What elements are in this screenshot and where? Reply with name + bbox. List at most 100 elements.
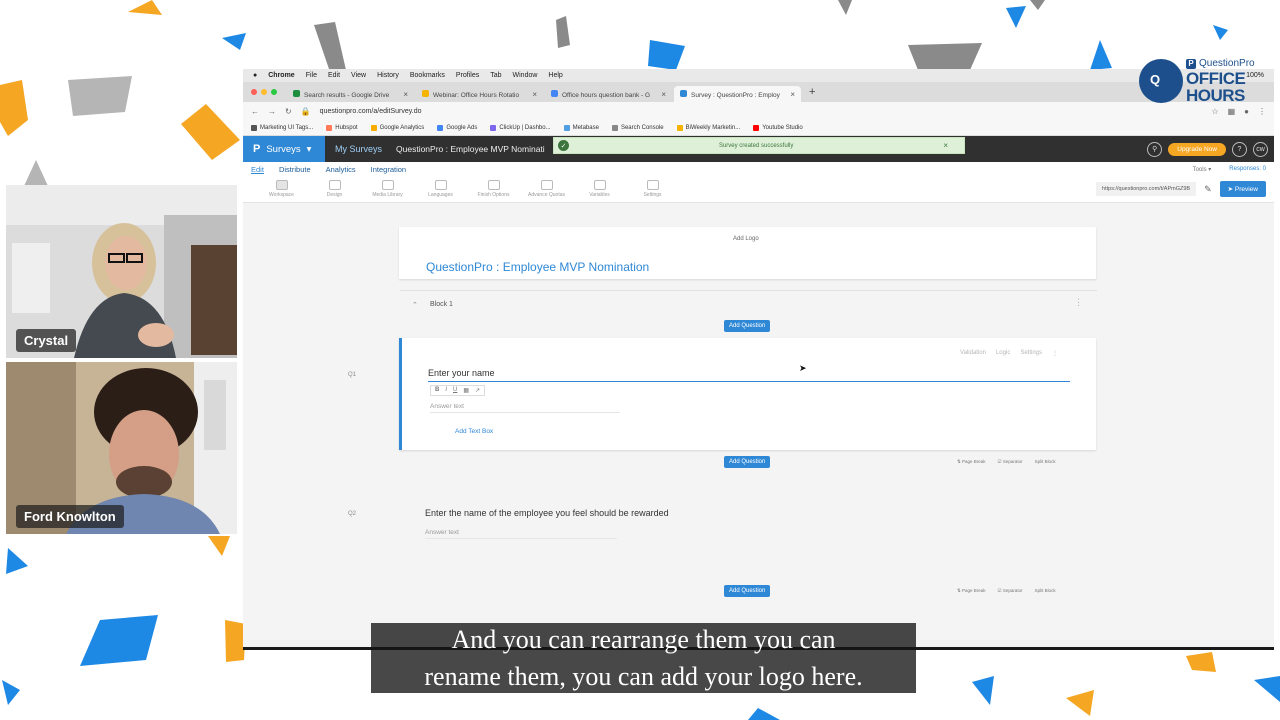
bookmark-icon bbox=[753, 124, 760, 131]
block-label[interactable]: Block 1 bbox=[430, 301, 453, 308]
upgrade-button[interactable]: Upgrade Now bbox=[1168, 142, 1226, 156]
tab-distribute[interactable]: Distribute bbox=[279, 165, 311, 174]
bookmark-item[interactable]: BiWeekly Marketin... bbox=[676, 124, 740, 131]
url-field[interactable]: questionpro.com/a/editSurvey.do bbox=[320, 108, 422, 115]
tab-integration[interactable]: Integration bbox=[371, 165, 406, 174]
toolbar-workspace[interactable]: Workspace bbox=[255, 180, 308, 198]
collapse-block-icon[interactable]: ⌃ bbox=[412, 301, 418, 309]
tools-dropdown[interactable]: Tools ▾ bbox=[1193, 166, 1212, 173]
add-question-button[interactable]: Add Question bbox=[724, 585, 771, 597]
responses-count[interactable]: Responses: 0 bbox=[1229, 166, 1266, 173]
survey-header-card: Add Logo QuestionPro : Employee MVP Nomi… bbox=[399, 227, 1096, 279]
menu-item-view[interactable]: View bbox=[351, 72, 366, 79]
add-logo-link[interactable]: Add Logo bbox=[733, 236, 759, 242]
logic-link[interactable]: Logic bbox=[996, 350, 1010, 357]
separator-link[interactable]: ☑ Separator bbox=[998, 588, 1023, 594]
question-card[interactable]: Enter the name of the employee you feel … bbox=[399, 470, 1096, 590]
surveys-menu-button[interactable]: P Surveys ▾ bbox=[243, 136, 325, 162]
docs-icon bbox=[551, 89, 558, 97]
apple-icon[interactable]: ● bbox=[253, 72, 257, 79]
maximize-window-icon[interactable] bbox=[271, 89, 277, 95]
edit-link-icon[interactable]: ✎ bbox=[1204, 184, 1212, 195]
bookmark-item[interactable]: Marketing UI Tags... bbox=[251, 124, 313, 131]
validation-link[interactable]: Validation bbox=[960, 350, 986, 357]
my-surveys-link[interactable]: My Surveys bbox=[335, 144, 382, 154]
survey-canvas: Add Logo QuestionPro : Employee MVP Nomi… bbox=[243, 224, 1274, 647]
survey-title[interactable]: QuestionPro : Employee MVP Nomination bbox=[426, 260, 649, 274]
question-menu-icon[interactable]: ⋮ bbox=[1052, 350, 1058, 357]
forward-icon[interactable]: → bbox=[268, 107, 276, 116]
menu-app-name[interactable]: Chrome bbox=[268, 72, 294, 79]
help-icon[interactable]: ? bbox=[1232, 141, 1247, 157]
menu-item-file[interactable]: File bbox=[306, 72, 317, 79]
bookmark-item[interactable]: ClickUp | Dashbo... bbox=[490, 124, 551, 131]
menu-item-bookmarks[interactable]: Bookmarks bbox=[410, 72, 445, 79]
tab-analytics[interactable]: Analytics bbox=[326, 165, 356, 174]
caption-line-1: And you can rearrange them you can bbox=[451, 625, 836, 654]
close-window-icon[interactable] bbox=[251, 89, 257, 95]
user-avatar[interactable]: cw bbox=[1253, 141, 1268, 157]
tab-title: Survey : QuestionPro : Employ bbox=[691, 91, 780, 99]
menu-item-edit[interactable]: Edit bbox=[328, 72, 340, 79]
block-menu-icon[interactable]: ⋮ bbox=[1074, 297, 1083, 308]
bold-icon[interactable]: B bbox=[435, 387, 439, 394]
close-tab-icon[interactable]: × bbox=[403, 90, 408, 99]
page-break-link[interactable]: ⇅ Page Break bbox=[957, 588, 986, 594]
italic-icon[interactable]: I bbox=[445, 387, 447, 394]
answer-text-field[interactable]: Answer text bbox=[425, 529, 617, 539]
bookmark-item[interactable]: Search Console bbox=[611, 124, 664, 131]
toolbar-settings[interactable]: Settings bbox=[626, 180, 679, 198]
palette-icon bbox=[328, 180, 341, 190]
split-block-link[interactable]: Split Block bbox=[1035, 588, 1056, 594]
separator-link[interactable]: ☑ Separator bbox=[998, 459, 1023, 465]
close-tab-icon[interactable]: × bbox=[661, 90, 666, 99]
menu-item-tab[interactable]: Tab bbox=[490, 72, 501, 79]
toolbar-finish-options[interactable]: Finish Options bbox=[467, 180, 520, 198]
close-tab-icon[interactable]: × bbox=[790, 90, 795, 99]
app-top-nav: P Surveys ▾ My Surveys QuestionPro : Emp… bbox=[243, 136, 1274, 162]
reload-icon[interactable]: ↻ bbox=[285, 107, 292, 116]
bookmark-item[interactable]: Youtube Studio bbox=[753, 124, 803, 131]
gear-icon bbox=[646, 180, 659, 190]
tab-edit[interactable]: Edit bbox=[251, 165, 264, 174]
insert-image-icon[interactable]: ▦ bbox=[463, 387, 469, 394]
question-text-input[interactable]: Enter your name bbox=[428, 368, 1070, 382]
survey-link-field[interactable]: https://questionpro.com/t/APmGZ9B bbox=[1096, 182, 1197, 196]
toolbar-media-library[interactable]: Media Library bbox=[361, 180, 414, 198]
search-icon[interactable]: ⚲ bbox=[1147, 141, 1163, 157]
question-card-active[interactable]: Validation Logic Settings ⋮ Enter your n… bbox=[399, 338, 1096, 450]
split-block-link[interactable]: Split Block bbox=[1035, 459, 1056, 465]
close-tab-icon[interactable]: × bbox=[532, 90, 537, 99]
answer-text-field[interactable]: Answer text bbox=[430, 403, 620, 413]
open-external-icon[interactable]: ↗ bbox=[475, 387, 480, 394]
caption-line-2: rename them, you can add your logo here. bbox=[424, 662, 863, 691]
new-tab-icon[interactable]: + bbox=[803, 86, 821, 98]
menu-item-help[interactable]: Help bbox=[548, 72, 562, 79]
browser-tab-active[interactable]: Survey : QuestionPro : Employ × bbox=[674, 86, 801, 102]
toolbar-design[interactable]: Design bbox=[308, 180, 361, 198]
toolbar-variables[interactable]: Variables bbox=[573, 180, 626, 198]
preview-button[interactable]: ➤ Preview bbox=[1219, 181, 1266, 197]
toolbar-languages[interactable]: Languages bbox=[414, 180, 467, 198]
browser-tab[interactable]: Webinar: Office Hours Rotatio × bbox=[416, 86, 543, 102]
page-break-link[interactable]: ⇅ Page Break bbox=[957, 459, 986, 465]
underline-icon[interactable]: U bbox=[453, 387, 457, 394]
close-toast-icon[interactable]: × bbox=[943, 141, 948, 150]
back-icon[interactable]: ← bbox=[251, 107, 259, 116]
menu-item-window[interactable]: Window bbox=[513, 72, 538, 79]
question-text[interactable]: Enter the name of the employee you feel … bbox=[425, 508, 669, 518]
add-text-box-link[interactable]: Add Text Box bbox=[455, 428, 493, 435]
bookmark-item[interactable]: Metabase bbox=[563, 124, 599, 131]
browser-tab[interactable]: Search results - Google Drive × bbox=[287, 86, 414, 102]
add-question-button[interactable]: Add Question bbox=[724, 456, 771, 468]
toolbar-advance-quotas[interactable]: Advance Quotas bbox=[520, 180, 573, 198]
menu-item-profiles[interactable]: Profiles bbox=[456, 72, 479, 79]
bookmark-item[interactable]: Hubspot bbox=[326, 124, 358, 131]
settings-link[interactable]: Settings bbox=[1020, 350, 1042, 357]
menu-item-history[interactable]: History bbox=[377, 72, 399, 79]
browser-tab[interactable]: Office hours question bank - G × bbox=[545, 86, 672, 102]
bookmark-item[interactable]: Google Ads bbox=[437, 124, 477, 131]
add-question-button[interactable]: Add Question bbox=[724, 320, 771, 332]
minimize-window-icon[interactable] bbox=[261, 89, 267, 95]
bookmark-item[interactable]: Google Analytics bbox=[370, 124, 424, 131]
